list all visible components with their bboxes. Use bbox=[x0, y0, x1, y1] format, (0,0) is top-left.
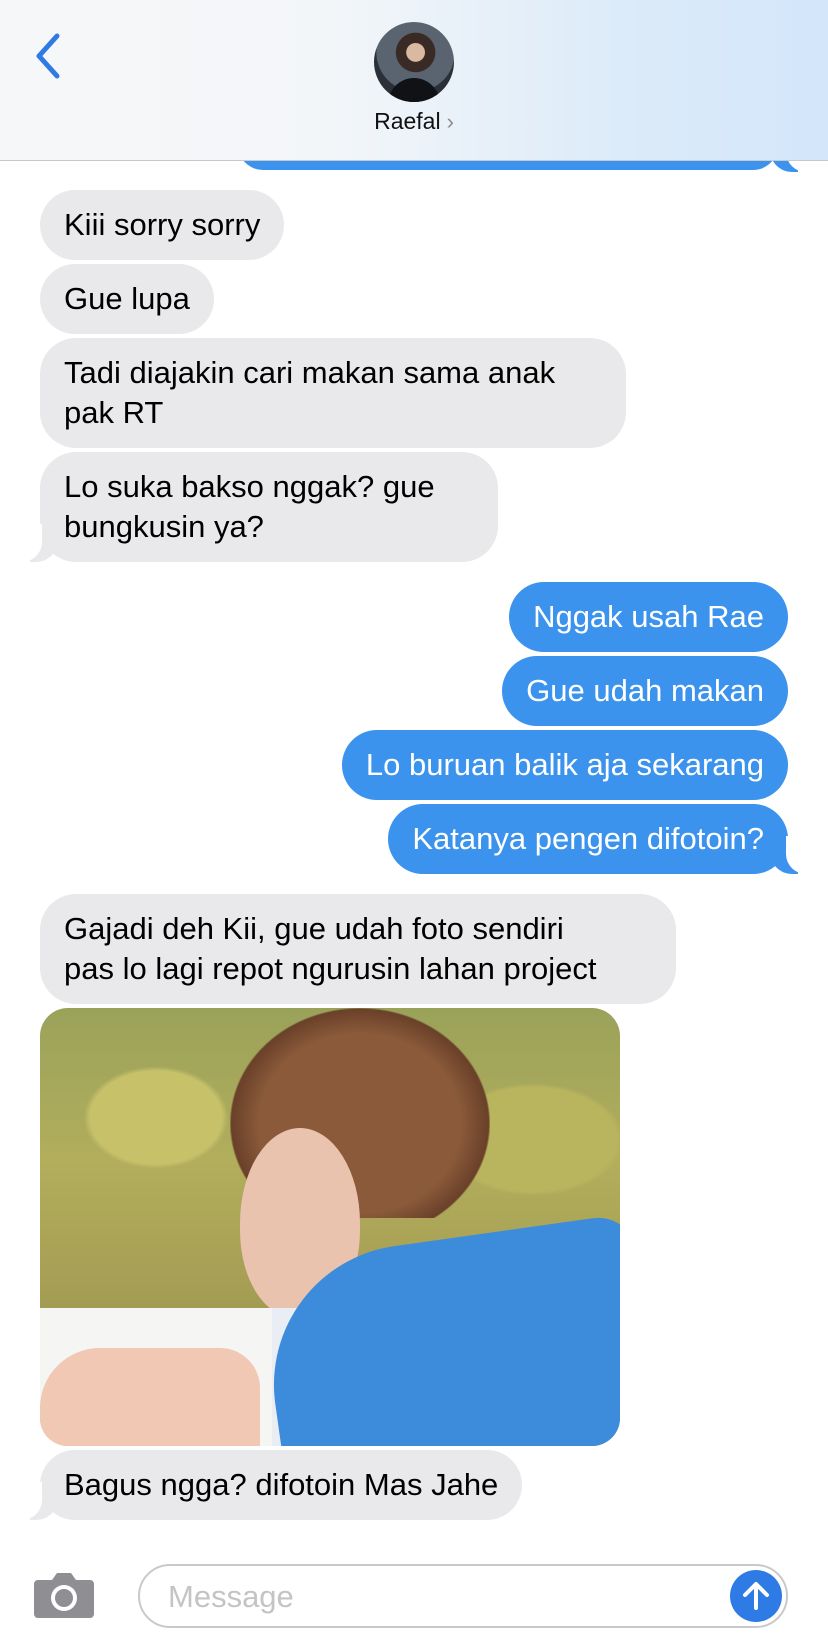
message-bubble-incoming[interactable]: Lo suka bakso nggak? gue bungkusin ya? bbox=[40, 452, 498, 562]
message-text: Gue udah makan bbox=[526, 673, 764, 708]
camera-icon bbox=[34, 1573, 94, 1618]
bubble-tail bbox=[12, 1482, 58, 1520]
arrow-up-icon bbox=[743, 1582, 769, 1610]
message-text-line: Tadi diajakin cari makan sama anak bbox=[64, 355, 556, 390]
message-text: Bagus ngga? difotoin Mas Jahe bbox=[64, 1467, 499, 1502]
conversation-header: Raefal › bbox=[0, 0, 828, 161]
message-text: Gue lupa bbox=[64, 281, 190, 316]
message-bubble-incoming[interactable]: Gue lupa bbox=[40, 264, 214, 334]
message-text: Katanya pengen difotoin? bbox=[412, 821, 764, 856]
message-bubble-outgoing[interactable]: Lo buruan balik aja sekarang bbox=[341, 730, 788, 800]
message-field-container bbox=[138, 1564, 788, 1628]
message-thread[interactable]: Kiii sorry sorry Gue lupa Tadi diajakin … bbox=[0, 0, 828, 1560]
message-text-line: bungkusin ya? bbox=[64, 509, 264, 544]
contact-name-button[interactable]: Raefal › bbox=[0, 108, 828, 135]
message-text-line: Lo suka bakso nggak? gue bbox=[64, 469, 435, 504]
send-button[interactable] bbox=[730, 1570, 782, 1622]
message-bubble-outgoing[interactable]: Gue udah makan bbox=[502, 656, 788, 726]
chevron-right-icon: › bbox=[446, 109, 454, 134]
message-text-line: pas lo lagi repot ngurusin lahan project bbox=[64, 951, 597, 986]
message-text: Kiii sorry sorry bbox=[64, 207, 261, 242]
message-input[interactable] bbox=[166, 1574, 690, 1620]
back-button[interactable] bbox=[28, 28, 68, 84]
message-text: Nggak usah Rae bbox=[533, 599, 764, 634]
avatar[interactable] bbox=[374, 22, 454, 102]
message-bubble-outgoing[interactable]: Katanya pengen difotoin? bbox=[388, 804, 788, 874]
message-text-line: Gajadi deh Kii, gue udah foto sendiri bbox=[64, 911, 564, 946]
contact-name: Raefal bbox=[374, 108, 441, 134]
camera-button[interactable] bbox=[32, 1570, 96, 1628]
message-bubble-incoming[interactable]: Tadi diajakin cari makan sama anak pak R… bbox=[40, 338, 626, 448]
message-bubble-incoming[interactable]: Bagus ngga? difotoin Mas Jahe bbox=[40, 1450, 523, 1520]
message-bubble-incoming[interactable]: Kiii sorry sorry bbox=[40, 190, 285, 260]
bubble-tail bbox=[770, 836, 816, 874]
message-text-line: pak RT bbox=[64, 395, 164, 430]
message-composer bbox=[0, 1560, 828, 1642]
message-bubble-incoming[interactable]: Gajadi deh Kii, gue udah foto sendiri pa… bbox=[40, 894, 676, 1004]
chevron-left-icon bbox=[36, 33, 60, 79]
photo-attachment[interactable] bbox=[40, 1008, 620, 1446]
bubble-tail bbox=[12, 524, 58, 562]
message-bubble-outgoing[interactable]: Nggak usah Rae bbox=[509, 582, 788, 652]
message-text: Lo buruan balik aja sekarang bbox=[365, 747, 764, 782]
